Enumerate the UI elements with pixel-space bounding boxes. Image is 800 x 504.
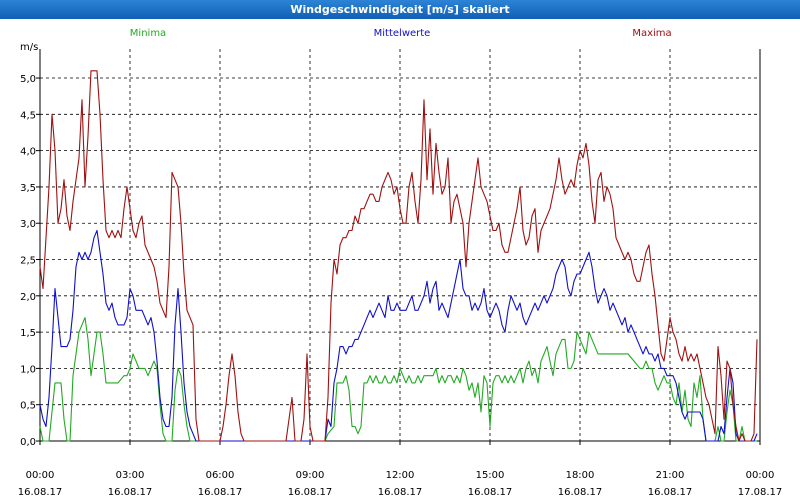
x-tick-labels: 00:00 16.08.17 03:00 16.08.17 06:00 16.08.17 0… [18,470,783,498]
wind-speed-chart: 0,0 0,5 1,0 1,5 2,0 2,5 3,0 3,5 4,0 4,5 5,0 00:00 1… [18,28,783,498]
y-tick-label: 1,5 [20,328,36,339]
y-tick-label: 3,0 [20,219,36,230]
y-tick-label: 2,5 [20,256,36,267]
chart-axes [36,49,761,445]
window-title: Windgeschwindigkeit [m/s] skaliert [0,0,800,19]
series-lines [39,70,758,442]
x-tick-date: 16.08.17 [378,487,423,498]
x-tick-time: 03:00 [116,470,145,481]
x-tick-time: 00:00 [746,470,775,481]
x-tick-date: 17.08.17 [738,487,783,498]
y-tick-label: 2,0 [20,292,36,303]
x-tick-time: 12:00 [386,470,415,481]
legend-item-maxima: Maxima [632,28,671,39]
y-tick-label: 0,5 [20,401,36,412]
y-tick-label: 5,0 [20,74,36,85]
legend-item-minima: Minima [130,28,166,39]
chart-area: 0,0 0,5 1,0 1,5 2,0 2,5 3,0 3,5 4,0 4,5 5,0 00:00 1… [0,19,800,500]
y-tick-label: 4,5 [20,110,36,121]
x-tick-time: 21:00 [656,470,685,481]
x-tick-date: 16.08.17 [108,487,153,498]
x-tick-date: 16.08.17 [558,487,603,498]
x-tick-time: 00:00 [26,470,55,481]
chart-window: Windgeschwindigkeit [m/s] skaliert 0,0 0,… [0,0,800,500]
x-tick-time: 09:00 [296,470,325,481]
y-tick-labels: 0,0 0,5 1,0 1,5 2,0 2,5 3,0 3,5 4,0 4,5 5,0 [20,74,36,448]
y-tick-label: 0,0 [20,437,36,448]
y-tick-label: 4,0 [20,147,36,158]
y-tick-label: 3,5 [20,183,36,194]
y-tick-label: 1,0 [20,364,36,375]
series-line-minima [39,317,757,442]
x-tick-date: 16.08.17 [468,487,513,498]
grid-lines [40,49,760,441]
x-tick-time: 15:00 [476,470,505,481]
x-tick-date: 16.08.17 [18,487,63,498]
y-axis-unit-label: m/s [20,42,38,53]
legend-item-mittelwerte: Mittelwerte [374,28,431,39]
x-tick-time: 06:00 [206,470,235,481]
legend: Minima Mittelwerte Maxima [130,28,672,39]
x-tick-time: 18:00 [566,470,595,481]
x-tick-date: 16.08.17 [198,487,243,498]
x-tick-date: 16.08.17 [288,487,333,498]
series-line-mittelwerte [39,229,758,442]
x-tick-date: 16.08.17 [648,487,693,498]
series-line-maxima [39,70,758,442]
